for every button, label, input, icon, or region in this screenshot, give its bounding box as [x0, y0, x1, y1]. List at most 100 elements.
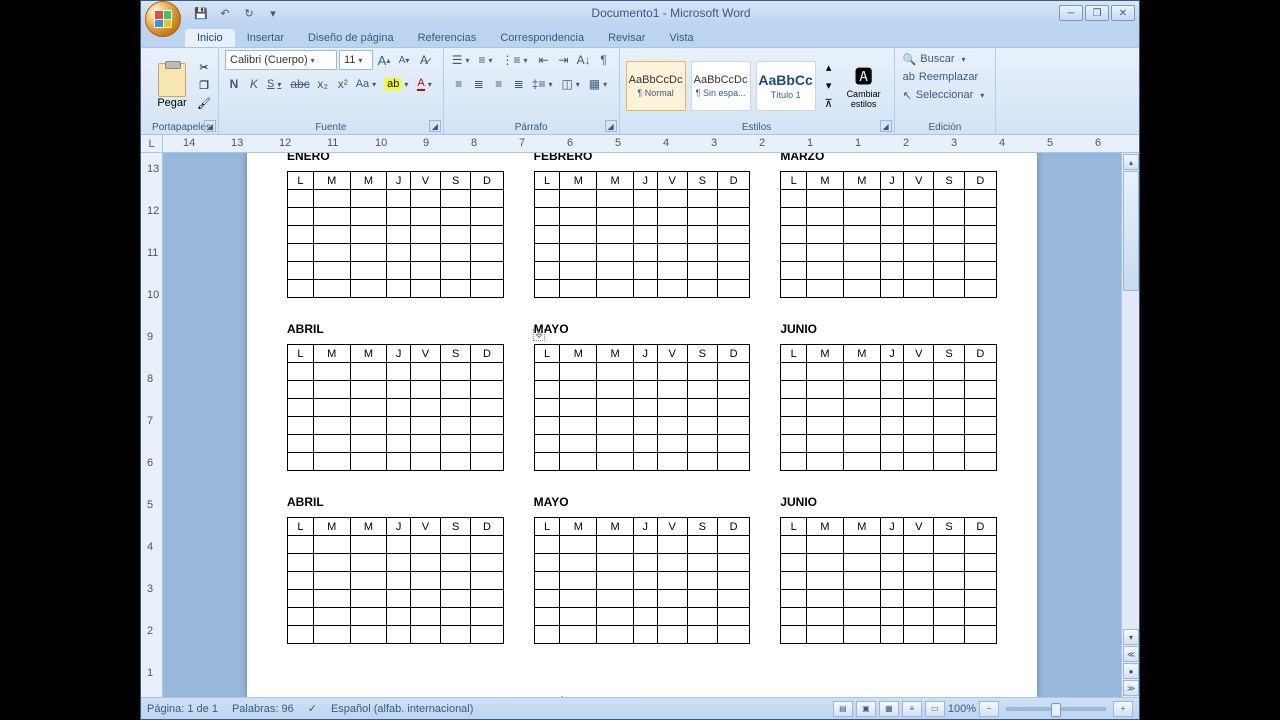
calendar-cell[interactable]: [441, 590, 471, 608]
calendar-table[interactable]: LMMJVSD: [534, 171, 751, 298]
calendar-cell[interactable]: [560, 417, 597, 435]
calendar-cell[interactable]: [687, 190, 717, 208]
calendar-cell[interactable]: [880, 190, 904, 208]
calendar-cell[interactable]: [904, 226, 934, 244]
calendar-cell[interactable]: [964, 244, 996, 262]
calendar-cell[interactable]: [597, 572, 634, 590]
ruler-corner[interactable]: L: [141, 135, 163, 153]
scroll-up-icon[interactable]: ▴: [1123, 154, 1139, 170]
styles-up-icon[interactable]: ▴: [821, 60, 837, 76]
calendar-cell[interactable]: [904, 363, 934, 381]
calendar-cell[interactable]: [687, 417, 717, 435]
calendar-cell[interactable]: [288, 626, 314, 644]
strike-button[interactable]: abc: [288, 74, 311, 94]
calendar-cell[interactable]: [534, 626, 560, 644]
calendar-cell[interactable]: [410, 453, 440, 471]
calendar-cell[interactable]: [807, 417, 844, 435]
calendar-cell[interactable]: [410, 417, 440, 435]
calendar-cell[interactable]: [313, 399, 350, 417]
calendar-cell[interactable]: [471, 381, 503, 399]
calendar-cell[interactable]: [807, 262, 844, 280]
font-size-combo[interactable]: 11▾: [339, 50, 373, 70]
calendar-cell[interactable]: [964, 536, 996, 554]
calendar-cell[interactable]: [471, 590, 503, 608]
styles-down-icon[interactable]: ▾: [821, 78, 837, 94]
calendar-cell[interactable]: [781, 399, 807, 417]
calendar-cell[interactable]: [687, 399, 717, 417]
calendar-cell[interactable]: [807, 381, 844, 399]
calendar-cell[interactable]: [387, 226, 411, 244]
calendar-cell[interactable]: [350, 536, 387, 554]
calendar-table[interactable]: LMMJVSD: [287, 517, 504, 644]
calendar-cell[interactable]: [934, 590, 964, 608]
calendar-cell[interactable]: [634, 226, 658, 244]
calendar-cell[interactable]: [843, 280, 880, 298]
font-launcher-icon[interactable]: ◢: [429, 120, 441, 132]
calendar-cell[interactable]: [657, 435, 687, 453]
calendar-cell[interactable]: [534, 399, 560, 417]
calendar-cell[interactable]: [807, 626, 844, 644]
bullets-icon[interactable]: ☰▾: [450, 50, 475, 70]
calendar-cell[interactable]: [717, 208, 749, 226]
calendar-cell[interactable]: [781, 280, 807, 298]
calendar-cell[interactable]: [597, 626, 634, 644]
select-button[interactable]: ↖Seleccionar▾: [901, 86, 990, 104]
calendar-cell[interactable]: [717, 453, 749, 471]
calendar-cell[interactable]: [534, 190, 560, 208]
calendar-cell[interactable]: [880, 572, 904, 590]
calendar-cell[interactable]: [687, 262, 717, 280]
calendar-cell[interactable]: [634, 536, 658, 554]
calendar-cell[interactable]: [657, 399, 687, 417]
calendar-cell[interactable]: [717, 536, 749, 554]
justify-icon[interactable]: ≣: [510, 74, 528, 94]
calendar-cell[interactable]: [534, 435, 560, 453]
change-styles-button[interactable]: 🅰 Cambiar estilos: [840, 61, 888, 111]
calendar-cell[interactable]: [687, 626, 717, 644]
calendar-cell[interactable]: [471, 262, 503, 280]
calendar-cell[interactable]: [934, 572, 964, 590]
calendar-cell[interactable]: [441, 536, 471, 554]
calendar-cell[interactable]: [350, 226, 387, 244]
calendar-cell[interactable]: [880, 262, 904, 280]
calendar-cell[interactable]: [717, 399, 749, 417]
calendar-cell[interactable]: [387, 363, 411, 381]
calendar-cell[interactable]: [687, 572, 717, 590]
calendar-cell[interactable]: [807, 280, 844, 298]
calendar-cell[interactable]: [964, 590, 996, 608]
calendar-cell[interactable]: [880, 608, 904, 626]
calendar-cell[interactable]: [657, 208, 687, 226]
calendar-cell[interactable]: [807, 226, 844, 244]
calendar-cell[interactable]: [441, 554, 471, 572]
calendar-cell[interactable]: [964, 554, 996, 572]
calendar-cell[interactable]: [410, 226, 440, 244]
calendar-cell[interactable]: [597, 244, 634, 262]
calendar-cell[interactable]: [387, 536, 411, 554]
calendar-cell[interactable]: [964, 417, 996, 435]
calendar-cell[interactable]: [313, 554, 350, 572]
calendar-cell[interactable]: [934, 208, 964, 226]
copy-icon[interactable]: ❐: [196, 78, 212, 94]
calendar-cell[interactable]: [934, 435, 964, 453]
tab-revisar[interactable]: Revisar: [596, 29, 657, 47]
calendar-cell[interactable]: [880, 280, 904, 298]
calendar-cell[interactable]: [781, 208, 807, 226]
calendar-cell[interactable]: [410, 208, 440, 226]
calendar-cell[interactable]: [387, 608, 411, 626]
superscript-button[interactable]: x²: [334, 74, 352, 94]
calendar-cell[interactable]: [441, 280, 471, 298]
calendar-cell[interactable]: [717, 226, 749, 244]
calendar-cell[interactable]: [843, 572, 880, 590]
calendar-cell[interactable]: [350, 417, 387, 435]
status-page[interactable]: Página: 1 de 1: [147, 703, 218, 715]
calendar-cell[interactable]: [560, 244, 597, 262]
calendar-cell[interactable]: [441, 381, 471, 399]
calendar-cell[interactable]: [288, 608, 314, 626]
calendar-cell[interactable]: [807, 244, 844, 262]
calendar-cell[interactable]: [313, 590, 350, 608]
calendar-cell[interactable]: [964, 226, 996, 244]
calendar-cell[interactable]: [843, 536, 880, 554]
calendar-cell[interactable]: [904, 435, 934, 453]
calendar-cell[interactable]: [471, 280, 503, 298]
calendar-cell[interactable]: [313, 435, 350, 453]
calendar-cell[interactable]: [313, 417, 350, 435]
